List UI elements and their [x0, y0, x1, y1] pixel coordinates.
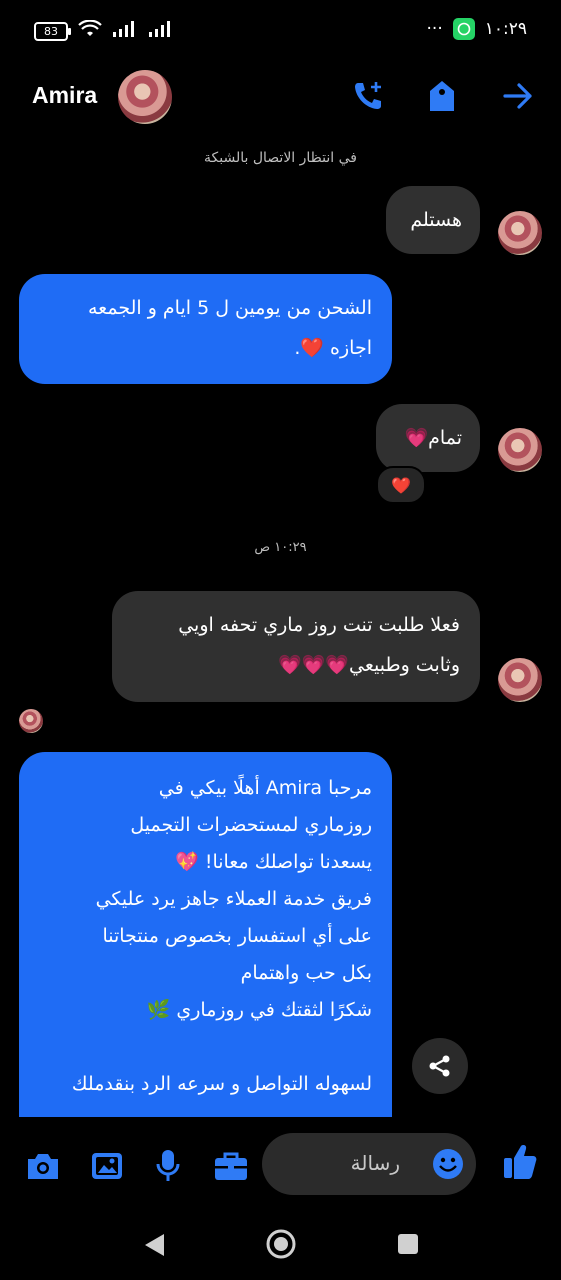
message-text: هستلم	[410, 209, 462, 231]
camera-icon[interactable]	[24, 1148, 62, 1184]
message-text: تمام💗	[404, 427, 462, 449]
clock: ١٠:٢٩	[484, 19, 527, 39]
heart-reaction-icon: ❤️	[391, 475, 411, 495]
system-nav-bar	[0, 1214, 561, 1280]
network-status: في انتظار الاتصال بالشبكة	[204, 150, 357, 166]
more-notifications: ···	[426, 19, 443, 39]
message-line: الشحن من يومين ل 5 ايام و الجمعه	[87, 297, 372, 319]
message-line: على أي استفسار بخصوص منتجاتنا	[102, 925, 372, 947]
message-line: لسهوله التواصل و سرعه الرد بنقدملك	[71, 1073, 372, 1095]
message-bubble-incoming[interactable]: هستلم	[386, 186, 480, 254]
message-line: اجازه ❤️.	[294, 337, 372, 359]
message-line	[39, 1029, 372, 1066]
share-icon	[429, 1055, 450, 1077]
home-nav-icon[interactable]	[265, 1228, 297, 1264]
microphone-icon[interactable]	[149, 1148, 187, 1184]
back-nav-icon[interactable]	[142, 1232, 166, 1262]
status-right-group: ··· ١٠:٢٩	[427, 18, 527, 40]
recents-nav-icon[interactable]	[396, 1232, 420, 1260]
battery-indicator: 83	[34, 21, 71, 41]
message-line: بكل حب واهتمام	[240, 962, 372, 984]
message-reaction[interactable]: ❤️	[376, 466, 426, 504]
message-bubble-outgoing[interactable]: مرحبا Amira أهلًا بيكي في روزماري لمستحض…	[19, 752, 392, 1142]
thumbs-up-icon[interactable]	[502, 1143, 538, 1185]
signal-icon-1	[112, 20, 138, 42]
timestamp-separator: ١٠:٢٩ ص	[254, 540, 307, 555]
emoji-icon[interactable]	[432, 1148, 464, 1184]
shop-bag-icon[interactable]	[424, 78, 460, 114]
briefcase-icon[interactable]	[212, 1148, 250, 1184]
message-line: روزماري لمستحضرات التجميل	[130, 814, 372, 836]
wifi-icon	[78, 19, 102, 42]
add-call-icon[interactable]	[350, 78, 386, 114]
message-line: وثابت وطبيعي💗💗💗	[278, 654, 460, 676]
message-line: فعلا طلبت تنت روز ماري تحفه اويي	[178, 614, 460, 636]
message-bubble-incoming[interactable]: فعلا طلبت تنت روز ماري تحفه اويي وثابت و…	[112, 591, 480, 702]
message-placeholder: رسالة	[350, 1151, 400, 1175]
whatsapp-icon	[452, 18, 475, 40]
sender-avatar[interactable]	[498, 211, 542, 255]
seen-avatar	[19, 709, 43, 733]
message-bubble-outgoing[interactable]: الشحن من يومين ل 5 ايام و الجمعه اجازه ❤…	[19, 274, 392, 384]
arrow-right-icon[interactable]	[500, 78, 536, 114]
message-line: فريق خدمة العملاء جاهز يرد عليكي	[95, 888, 372, 910]
share-button[interactable]	[412, 1038, 468, 1094]
message-line: شكرًا لثقتك في روزماري 🌿	[146, 999, 372, 1021]
gallery-icon[interactable]	[88, 1148, 126, 1184]
contact-avatar[interactable]	[118, 70, 172, 124]
contact-name[interactable]: Amira	[32, 82, 97, 109]
sender-avatar[interactable]	[498, 428, 542, 472]
status-bar: 83 ··· ١٠:٢٩	[0, 0, 561, 60]
status-left-group: 83	[34, 19, 174, 42]
message-line: يسعدنا تواصلك معانا! 💖	[175, 851, 372, 873]
sender-avatar[interactable]	[498, 658, 542, 702]
message-line: مرحبا Amira أهلًا بيكي في	[158, 777, 372, 799]
signal-icon-2	[148, 20, 174, 42]
message-input[interactable]: رسالة	[262, 1133, 476, 1195]
message-bubble-incoming[interactable]: تمام💗	[376, 404, 480, 472]
